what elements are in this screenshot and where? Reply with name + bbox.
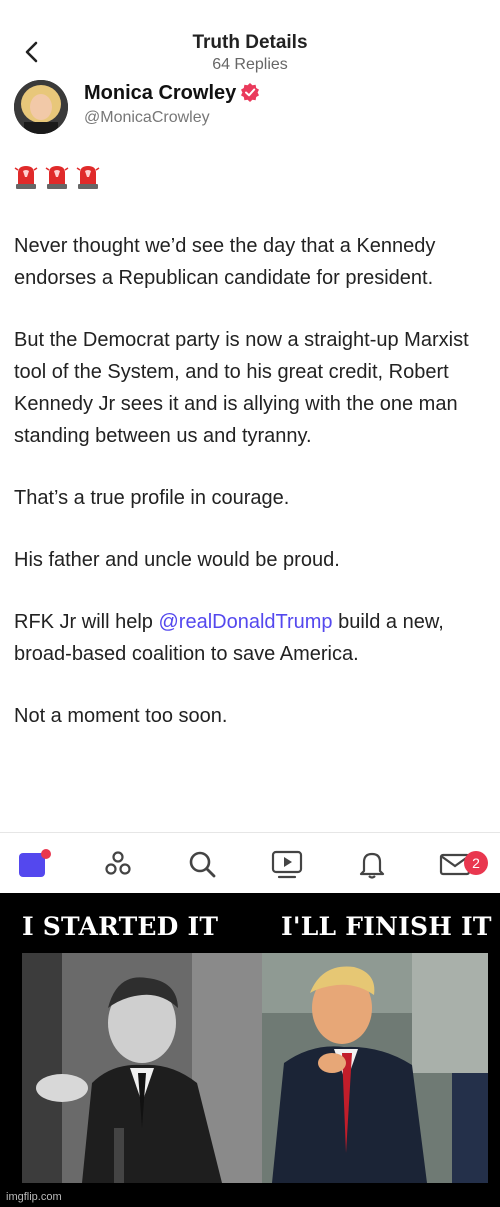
author-name[interactable]: Monica Crowley: [84, 82, 260, 105]
mention-link[interactable]: @realDonaldTrump: [158, 611, 332, 633]
tab-home[interactable]: [17, 847, 51, 881]
verified-badge-icon: [241, 83, 260, 102]
siren-icon: [45, 166, 69, 189]
post-paragraph: That’s a true profile in courage.: [14, 487, 290, 509]
meme-photo-right: [262, 953, 488, 1183]
emoji-row: [14, 163, 100, 191]
tab-notifications[interactable]: [355, 847, 389, 881]
siren-icon: [76, 166, 100, 189]
avatar-photo: [14, 80, 68, 134]
search-icon: [189, 851, 216, 878]
watermark: imgflip.com: [6, 1191, 62, 1203]
author-handle[interactable]: @MonicaCrowley: [84, 109, 210, 127]
meme-caption-left: I STARTED IT: [22, 912, 219, 941]
avatar[interactable]: [14, 80, 68, 134]
post-paragraph: RFK Jr will help @realDonaldTrump build …: [14, 606, 484, 670]
truth-details-screen: Truth Details 64 Replies Monica Crowley …: [0, 0, 500, 893]
messages-badge: 2: [464, 851, 488, 875]
post-paragraph: His father and uncle would be proud.: [14, 549, 340, 571]
notifications-icon: [359, 852, 385, 879]
page-title: Truth Details: [192, 32, 308, 53]
groups-icon: [105, 851, 131, 875]
tab-search[interactable]: [185, 847, 219, 881]
meme-photo-left: [22, 953, 262, 1183]
post-body: Never thought we’d see the day that a Ke…: [14, 230, 484, 762]
post-paragraph: But the Democrat party is now a straight…: [14, 329, 469, 447]
video-icon: [271, 850, 303, 879]
home-icon: [19, 849, 51, 877]
post-text: RFK Jr will help: [14, 611, 159, 633]
post-paragraph: Never thought we’d see the day that a Ke…: [14, 235, 436, 289]
header: Truth Details 64 Replies: [0, 0, 500, 80]
replies-count[interactable]: 64 Replies: [0, 56, 500, 74]
tab-groups[interactable]: [101, 847, 135, 881]
post-paragraph: Not a moment too soon.: [14, 705, 228, 727]
meme-caption-right: I'LL FINISH IT: [281, 912, 492, 941]
siren-icon: [14, 166, 38, 189]
tab-video[interactable]: [270, 847, 304, 881]
author-name-text: Monica Crowley: [84, 82, 237, 104]
bottom-tab-bar: [0, 832, 500, 893]
